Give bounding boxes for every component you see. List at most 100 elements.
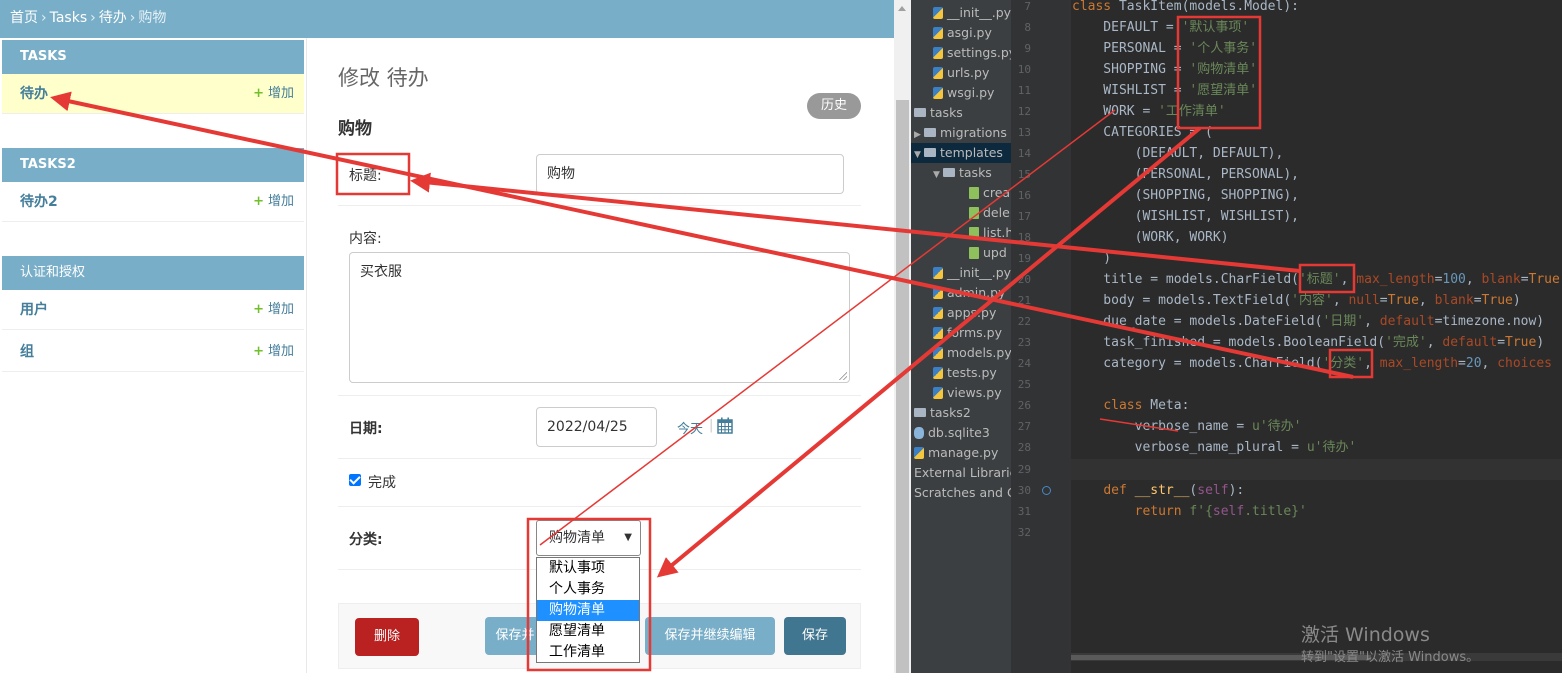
code-line-31[interactable]: return f'{self.title}' bbox=[1072, 501, 1307, 522]
date-input[interactable]: 2022/04/25 bbox=[536, 407, 657, 447]
code-line-30[interactable]: def __str__(self): bbox=[1072, 480, 1244, 501]
tree-item[interactable]: manage.py bbox=[914, 443, 998, 463]
collapse-arrow-icon[interactable]: ▼ bbox=[914, 145, 924, 163]
python-file-icon bbox=[933, 67, 943, 79]
tree-item[interactable]: crea bbox=[969, 183, 1010, 203]
tree-item[interactable]: __init__.py bbox=[933, 263, 1011, 283]
category-select[interactable]: 购物清单 ▼ bbox=[536, 520, 641, 556]
code-line-8[interactable]: DEFAULT = '默认事项' bbox=[1072, 17, 1249, 38]
add-link-todo[interactable]: + 增加 bbox=[253, 74, 294, 114]
today-link[interactable]: 今天 bbox=[677, 418, 703, 437]
object-title: 购物 bbox=[338, 119, 372, 139]
save-and-continue-button[interactable]: 保存并继续编辑 bbox=[645, 617, 775, 655]
tree-item[interactable]: admin.py bbox=[933, 283, 1005, 303]
code-line-24[interactable]: category = models.CharField('分类', max_le… bbox=[1072, 353, 1552, 374]
tree-item[interactable]: db.sqlite3 bbox=[914, 423, 990, 443]
line-number: 11 bbox=[1017, 84, 1031, 97]
tree-item[interactable]: apps.py bbox=[933, 303, 996, 323]
category-option[interactable]: 个人事务 bbox=[537, 579, 639, 600]
tree-item[interactable]: settings.py bbox=[933, 43, 1016, 63]
tree-item[interactable]: __init__.py bbox=[933, 3, 1011, 23]
model-link-todo2[interactable]: 待办2 bbox=[20, 194, 58, 210]
tree-item[interactable]: ▼ tasks bbox=[933, 163, 992, 183]
category-option[interactable]: 默认事项 bbox=[537, 558, 639, 579]
code-line-19[interactable]: ) bbox=[1072, 248, 1111, 269]
code-line-7[interactable]: class TaskItem(models.Model): bbox=[1072, 0, 1299, 17]
code-line-17[interactable]: (WISHLIST, WISHLIST), bbox=[1072, 206, 1299, 227]
tree-item[interactable]: ▶ migrations bbox=[914, 123, 1007, 143]
tree-item[interactable]: forms.py bbox=[933, 323, 1002, 343]
tree-item-scratches[interactable]: Scratches and Co bbox=[914, 483, 1023, 503]
tree-item[interactable]: wsgi.py bbox=[933, 83, 994, 103]
finished-checkbox[interactable] bbox=[349, 474, 361, 486]
model-link-users[interactable]: 用户 bbox=[20, 302, 48, 318]
python-file-icon bbox=[933, 47, 943, 59]
page-scrollbar-thumb[interactable] bbox=[896, 100, 909, 673]
code-line-9[interactable]: PERSONAL = '个人事务' bbox=[1072, 38, 1257, 59]
history-button[interactable]: 历史 bbox=[807, 93, 861, 119]
breadcrumb-app[interactable]: Tasks bbox=[50, 10, 88, 26]
override-marker-icon[interactable] bbox=[1042, 486, 1051, 495]
add-link-todo2[interactable]: + 增加 bbox=[253, 182, 294, 222]
resize-handle-icon[interactable] bbox=[839, 372, 847, 380]
tree-item[interactable]: urls.py bbox=[933, 63, 989, 83]
code-line-28[interactable]: verbose_name_plural = u'待办' bbox=[1072, 437, 1357, 458]
folder-icon bbox=[914, 108, 926, 117]
python-file-icon bbox=[933, 307, 943, 319]
module-caption-auth[interactable]: 认证和授权 bbox=[2, 256, 304, 290]
line-number: 22 bbox=[1017, 315, 1031, 328]
code-line-13[interactable]: CATEGORIES = ( bbox=[1072, 122, 1213, 143]
code-line-23[interactable]: task_finished = models.BooleanField('完成'… bbox=[1072, 332, 1544, 353]
code-line-18[interactable]: (WORK, WORK) bbox=[1072, 227, 1229, 248]
tree-item[interactable]: models.py bbox=[933, 343, 1012, 363]
collapse-arrow-icon[interactable]: ▼ bbox=[933, 165, 943, 183]
code-line-21[interactable]: body = models.TextField('内容', null=True,… bbox=[1072, 290, 1520, 311]
calendar-icon[interactable] bbox=[717, 417, 733, 434]
tree-item[interactable]: list.h bbox=[969, 223, 1013, 243]
tree-item[interactable]: tests.py bbox=[933, 363, 997, 383]
tree-item[interactable]: tasks bbox=[914, 103, 963, 123]
code-line-10[interactable]: SHOPPING = '购物清单' bbox=[1072, 59, 1257, 80]
delete-button[interactable]: 删除 bbox=[355, 618, 419, 656]
category-option-highlighted[interactable]: 购物清单 bbox=[537, 600, 639, 621]
tree-item[interactable]: dele bbox=[969, 203, 1010, 223]
model-link-groups[interactable]: 组 bbox=[20, 344, 34, 360]
module-caption-tasks2[interactable]: TASKS2 bbox=[2, 148, 304, 182]
title-input[interactable]: 购物 bbox=[536, 154, 844, 194]
line-number: 32 bbox=[1017, 526, 1031, 539]
breadcrumb-home[interactable]: 首页 bbox=[10, 10, 38, 26]
code-line-20[interactable]: title = models.CharField('标题', max_lengt… bbox=[1072, 269, 1560, 290]
code-line-15[interactable]: (PERSONAL, PERSONAL), bbox=[1072, 164, 1299, 185]
today-separator: | bbox=[709, 418, 714, 433]
category-option[interactable]: 工作清单 bbox=[537, 642, 639, 663]
category-dropdown-list: 默认事项 个人事务 购物清单 愿望清单 工作清单 bbox=[536, 557, 640, 663]
line-number: 17 bbox=[1017, 210, 1031, 223]
code-line-26[interactable]: class Meta: bbox=[1072, 395, 1189, 416]
tree-item[interactable]: asgi.py bbox=[933, 23, 992, 43]
category-option[interactable]: 愿望清单 bbox=[537, 621, 639, 642]
line-number: 26 bbox=[1017, 399, 1031, 412]
tree-item[interactable]: upd bbox=[969, 243, 1007, 263]
line-number: 24 bbox=[1017, 357, 1031, 370]
code-line-27[interactable]: verbose_name = u'待办' bbox=[1072, 416, 1302, 437]
save-button[interactable]: 保存 bbox=[784, 617, 846, 655]
code-line-12[interactable]: WORK = '工作清单' bbox=[1072, 101, 1225, 122]
tree-item[interactable]: tasks2 bbox=[914, 403, 971, 423]
tree-item-selected[interactable]: ▼ templates bbox=[911, 143, 1014, 163]
add-link-groups[interactable]: + 增加 bbox=[253, 332, 294, 372]
breadcrumb-model[interactable]: 待办 bbox=[99, 10, 127, 26]
model-link-todo[interactable]: 待办 bbox=[20, 86, 48, 102]
code-line-22[interactable]: due_date = models.DateField('日期', defaul… bbox=[1072, 311, 1544, 332]
sidebar-item-users: 用户 + 增加 bbox=[2, 290, 304, 330]
expand-arrow-icon[interactable]: ▶ bbox=[914, 125, 924, 143]
module-caption-tasks[interactable]: TASKS bbox=[2, 40, 304, 74]
add-link-users[interactable]: + 增加 bbox=[253, 290, 294, 330]
code-line-11[interactable]: WISHLIST = '愿望清单' bbox=[1072, 80, 1257, 101]
date-label: 日期: bbox=[349, 421, 383, 437]
body-textarea[interactable]: 买衣服 bbox=[349, 252, 850, 383]
code-line-14[interactable]: (DEFAULT, DEFAULT), bbox=[1072, 143, 1284, 164]
tree-item-external-libraries[interactable]: External Libraries bbox=[914, 463, 1024, 483]
code-line-16[interactable]: (SHOPPING, SHOPPING), bbox=[1072, 185, 1299, 206]
scroll-up-icon[interactable] bbox=[898, 6, 906, 11]
tree-item[interactable]: views.py bbox=[933, 383, 1002, 403]
